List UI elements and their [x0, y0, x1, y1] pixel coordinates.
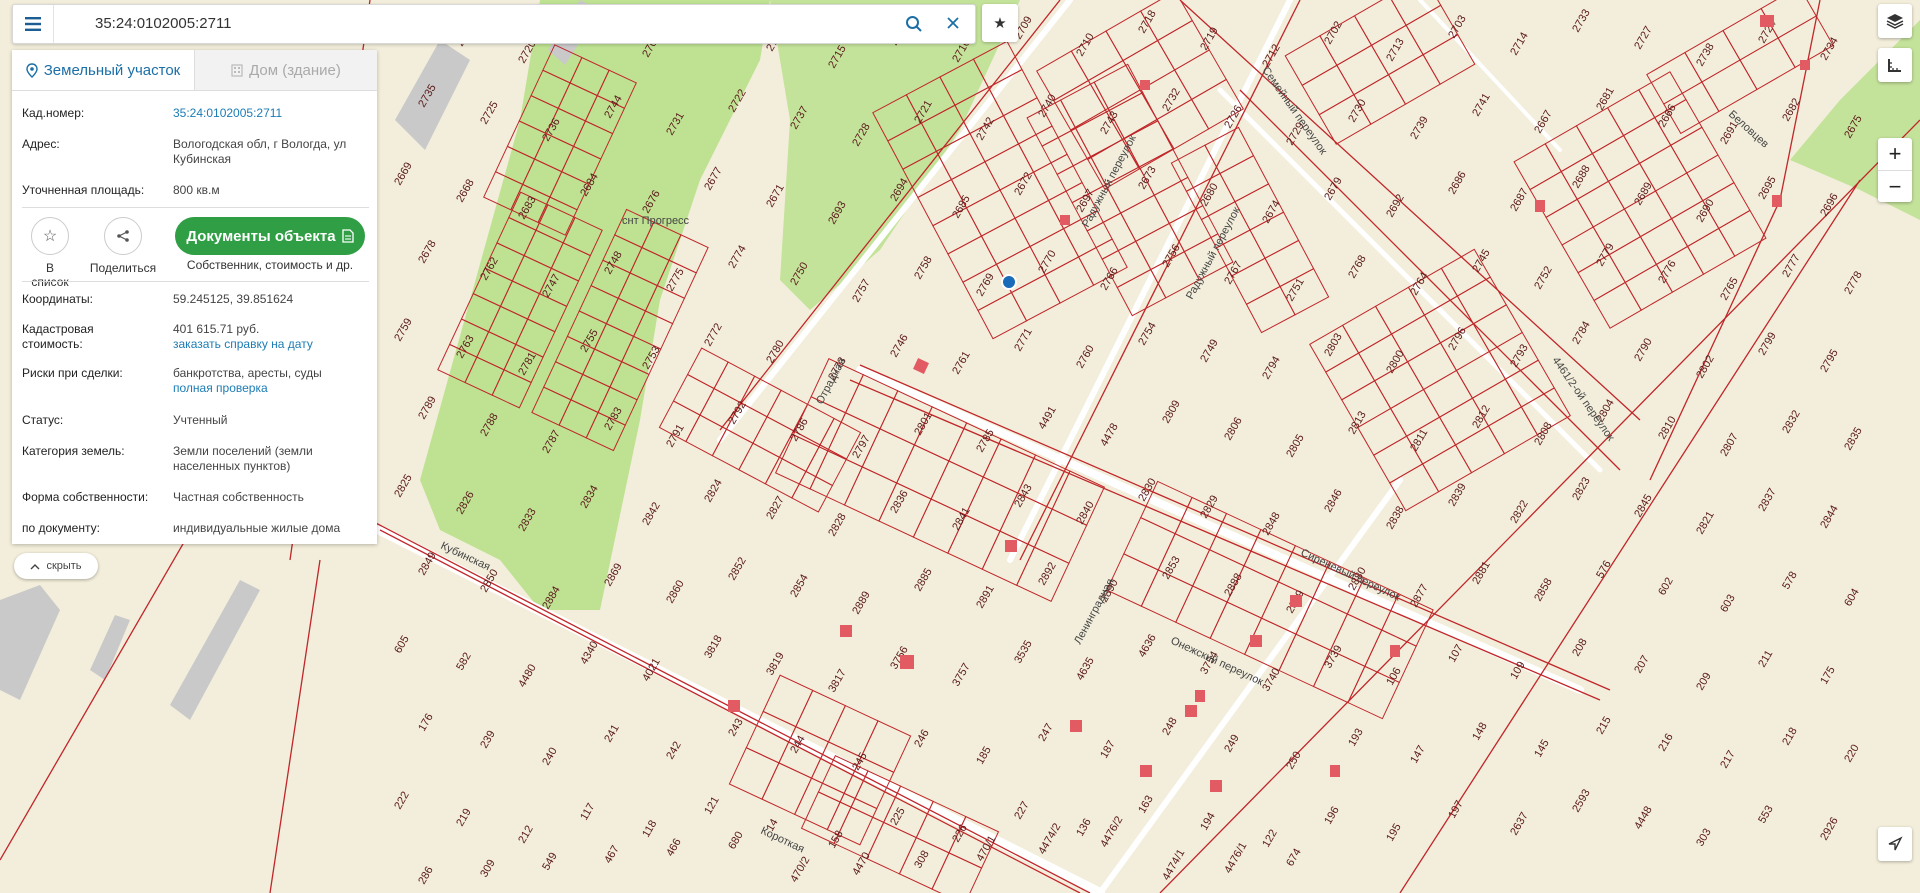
- document-usage-label: по документу:: [22, 521, 100, 535]
- add-to-list-button[interactable]: ☆ В список: [26, 217, 74, 289]
- street-label: снт Прогресс: [622, 215, 690, 227]
- full-check-link[interactable]: полная проверка: [173, 381, 367, 396]
- zoom-out-button[interactable]: −: [1878, 171, 1912, 203]
- document-icon: [341, 229, 354, 243]
- object-documents-button[interactable]: Документы объекта: [175, 217, 365, 255]
- favorite-button[interactable]: ★: [982, 4, 1018, 42]
- hide-panel-button[interactable]: скрыть: [14, 553, 98, 579]
- status-value: Учтенный: [173, 413, 228, 427]
- chevron-up-icon: [30, 563, 40, 569]
- ruler-icon: [1888, 59, 1901, 72]
- building-icon: [231, 63, 243, 77]
- close-icon[interactable]: [945, 15, 961, 31]
- address-value: Вологодская обл, г Вологда, ул Кубинская: [173, 137, 347, 166]
- tab-house[interactable]: Дом (здание): [194, 50, 377, 90]
- share-label: Поделиться: [89, 261, 157, 275]
- risks-label: Риски при сделки:: [22, 366, 123, 380]
- tab-land-label: Земельный участок: [43, 61, 181, 79]
- share-icon: [117, 230, 129, 242]
- star-outline-icon: ☆: [42, 228, 58, 245]
- divider: [22, 281, 369, 282]
- minus-icon: −: [1888, 174, 1902, 199]
- documents-label: Документы объекта: [186, 227, 336, 245]
- tab-house-label: Дом (здание): [249, 61, 341, 79]
- navigation-arrow-icon: [1888, 836, 1903, 851]
- layers-icon: [1886, 14, 1904, 29]
- document-usage-value: индивидуальные жилые дома: [173, 521, 341, 535]
- ownership-label: Форма собственности:: [22, 490, 149, 504]
- cad-number-link[interactable]: 35:24:0102005:2711: [173, 106, 367, 121]
- parcel-info-panel: Земельный участок Дом (здание) Кад.номер…: [12, 50, 377, 544]
- risks-value: банкротства, аресты, суды: [173, 366, 322, 380]
- zoom-controls: + −: [1878, 138, 1912, 202]
- share-button[interactable]: Поделиться: [88, 217, 158, 275]
- star-icon: ★: [993, 15, 1007, 32]
- risks-block: банкротства, аресты, суды полная проверк…: [173, 366, 367, 396]
- hamburger-icon: [25, 17, 41, 31]
- coordinates-label: Координаты:: [22, 292, 93, 306]
- cadastral-cost-value: 401 615.71 руб.: [173, 322, 260, 336]
- search-bar: 35:24:0102005:2711: [12, 4, 976, 44]
- zoom-in-button[interactable]: +: [1878, 138, 1912, 171]
- documents-subtitle: Собственник, стоимость и др.: [186, 258, 354, 272]
- add-to-list-label: В список: [31, 261, 69, 289]
- address-label: Адрес:: [22, 137, 60, 151]
- selected-parcel-marker[interactable]: [1001, 274, 1017, 290]
- location-pin-icon: [26, 62, 38, 78]
- land-category-label: Категория земель:: [22, 444, 125, 458]
- tab-land-parcel[interactable]: Земельный участок: [12, 50, 194, 90]
- area-value: 800 кв.м: [173, 183, 220, 197]
- hide-panel-label: скрыть: [46, 560, 82, 572]
- search-icon[interactable]: [905, 15, 923, 33]
- cad-number-label: Кад.номер:: [22, 106, 85, 120]
- order-certificate-link[interactable]: заказать справку на дату: [173, 337, 367, 352]
- layers-button[interactable]: [1878, 4, 1912, 38]
- ownership-value: Частная собственность: [173, 490, 304, 504]
- cadastral-cost-block: 401 615.71 руб. заказать справку на дату: [173, 322, 367, 352]
- divider: [22, 207, 369, 208]
- my-location-button[interactable]: [1878, 827, 1912, 861]
- search-input[interactable]: 35:24:0102005:2711: [95, 15, 232, 32]
- cadastral-cost-label: Кадастровая стоимость:: [22, 322, 94, 351]
- menu-button[interactable]: [13, 5, 54, 43]
- land-category-value: Земли поселений (земли населенных пункто…: [173, 444, 313, 473]
- ruler-button[interactable]: [1878, 48, 1912, 82]
- area-label: Уточненная площадь:: [22, 183, 145, 197]
- coordinates-value: 59.245125, 39.851624: [173, 292, 294, 306]
- status-label: Статус:: [22, 413, 64, 427]
- plus-icon: +: [1888, 141, 1902, 166]
